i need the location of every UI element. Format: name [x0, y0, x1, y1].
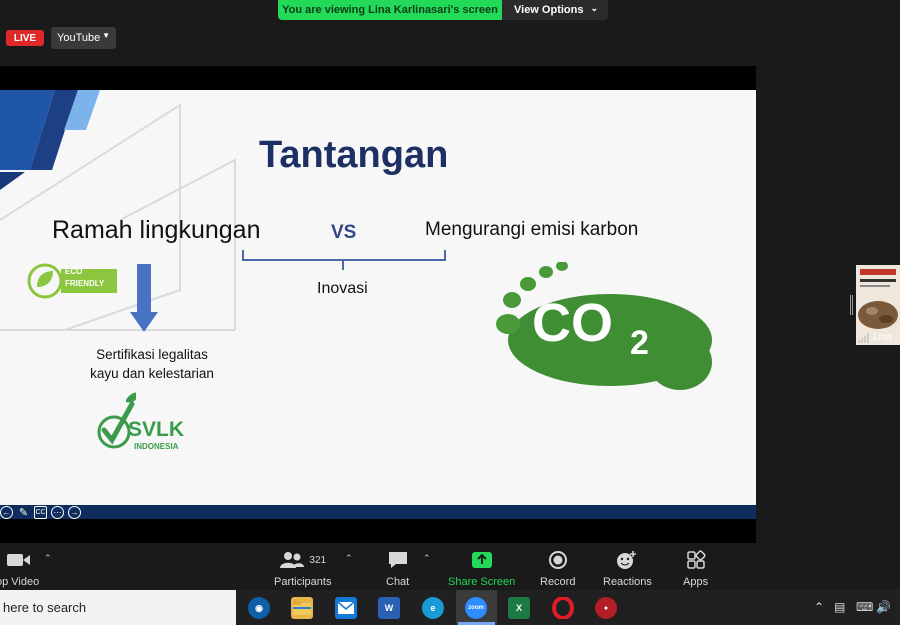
edge-icon[interactable]: e	[422, 597, 444, 619]
more-options-icon[interactable]: ⋯	[51, 505, 64, 519]
svlk-sub: INDONESIA	[134, 442, 179, 451]
left-heading: Ramah lingkungan	[52, 216, 261, 244]
live-badge: LIVE	[6, 30, 44, 46]
word-icon[interactable]: W	[378, 597, 400, 619]
eco-badge-line2: FRIENDLY	[65, 279, 105, 288]
reactions-button[interactable]: Reactions	[603, 549, 652, 588]
meeting-toolbar: op Video ⌃ 321 Participants ⌃ Chat ⌃ Sha…	[0, 543, 900, 590]
signal-bars-icon	[858, 332, 870, 343]
share-screen-label: Share Screen	[448, 576, 516, 588]
next-slide-icon[interactable]: →	[68, 505, 81, 519]
chat-options-caret-icon[interactable]: ⌃	[423, 553, 431, 564]
share-screen-icon	[471, 549, 493, 571]
windows-app-icon[interactable]: ◉	[248, 597, 270, 619]
certification-line2: kayu dan kelestarian	[90, 366, 214, 381]
slide-title: Tantangan	[259, 134, 449, 176]
eco-friendly-logo: ECO FRIENDLY	[27, 263, 119, 299]
zoom-icon[interactable]: zoom	[465, 597, 487, 619]
participants-icon: 321	[279, 549, 326, 571]
view-options-label: View Options	[514, 4, 584, 16]
share-screen-button[interactable]: Share Screen	[448, 549, 515, 588]
captions-icon[interactable]: CC	[34, 505, 47, 519]
opera-icon[interactable]	[552, 597, 574, 619]
mail-icon[interactable]	[335, 597, 357, 619]
taskbar-search-box[interactable]: here to search	[0, 590, 236, 625]
vs-label: VS	[331, 222, 357, 243]
apps-label: Apps	[683, 576, 709, 588]
stop-video-button[interactable]: op Video	[0, 549, 39, 588]
smiley-plus-icon	[616, 549, 638, 571]
bracket-shape	[242, 250, 446, 270]
apps-button[interactable]: Apps	[683, 549, 708, 588]
network-display-icon[interactable]: ▤	[834, 600, 845, 614]
certification-text: Sertifikasi legalitas kayu dan kelestari…	[78, 345, 226, 383]
chevron-down-icon: ⌄	[590, 3, 598, 13]
apps-icon	[686, 549, 706, 571]
stream-platform-label: YouTube	[57, 32, 101, 44]
caret-down-icon: ▼	[102, 31, 110, 40]
chat-bubble-icon	[387, 549, 409, 571]
participants-options-caret-icon[interactable]: ⌃	[345, 553, 353, 564]
view-options-button[interactable]: View Options ⌄	[502, 0, 608, 20]
co2-sub: 2	[630, 324, 649, 362]
zoom-icon-label: zoom	[468, 605, 484, 611]
participant-name: Lina	[873, 332, 892, 343]
viewing-screen-banner: You are viewing Lina Karlinasari's scree…	[278, 0, 502, 20]
excel-icon[interactable]: X	[508, 597, 530, 619]
chat-label: Chat	[386, 576, 410, 588]
participants-label: Participants	[274, 576, 332, 588]
app-badge-icon[interactable]: ●	[595, 597, 617, 619]
certification-line1: Sertifikasi legalitas	[96, 347, 208, 362]
panel-resize-handle[interactable]	[850, 295, 853, 315]
record-label: Record	[540, 576, 576, 588]
co2-label: CO	[532, 293, 613, 353]
keyboard-icon[interactable]: ⌨	[856, 600, 873, 614]
down-arrow-icon	[130, 264, 158, 332]
svlk-label: SVLK	[128, 418, 185, 441]
chat-button[interactable]: Chat	[386, 549, 409, 588]
slideshow-controls: ← ✎ CC ⋯ →	[0, 505, 90, 519]
co2-footprint-image: CO 2	[490, 261, 720, 392]
record-button[interactable]: Record	[540, 549, 575, 588]
prev-slide-icon[interactable]: ←	[0, 505, 13, 519]
zoom-window: You are viewing Lina Karlinasari's scree…	[0, 0, 900, 625]
speaker-icon[interactable]: 🔊	[876, 600, 891, 614]
presentation-slide: Tantangan Ramah lingkungan VS Mengurangi…	[0, 90, 756, 505]
right-heading: Mengurangi emisi karbon	[425, 219, 639, 240]
video-options-caret-icon[interactable]: ⌃	[44, 553, 52, 564]
participants-count: 321	[309, 554, 327, 566]
participant-name-tag: Lina	[858, 332, 892, 343]
svlk-logo: SVLK INDONESIA	[96, 390, 196, 454]
slide-footer-bar	[0, 505, 756, 519]
participants-button[interactable]: 321 Participants	[274, 549, 331, 588]
pen-icon[interactable]: ✎	[17, 506, 30, 519]
tray-overflow-chevron-icon[interactable]: ⌃	[814, 600, 824, 614]
reactions-label: Reactions	[603, 576, 652, 588]
search-placeholder: here to search	[3, 600, 87, 615]
video-camera-icon	[5, 549, 31, 571]
eco-badge-line1: ECO	[65, 267, 83, 276]
file-explorer-icon[interactable]	[291, 597, 313, 619]
video-label: op Video	[0, 576, 40, 588]
middle-label: Inovasi	[317, 280, 368, 297]
stream-platform-dropdown[interactable]: YouTube ▼	[51, 27, 116, 49]
record-icon	[548, 549, 568, 571]
